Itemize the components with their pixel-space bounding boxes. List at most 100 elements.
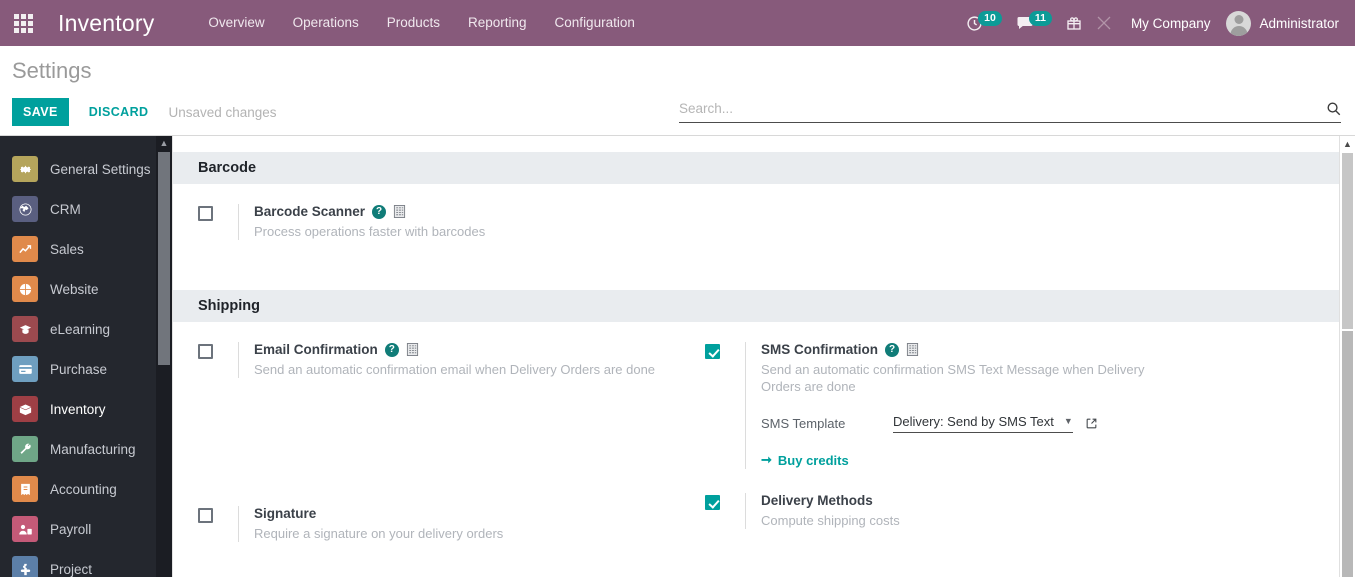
- setting-delivery-methods: Delivery Methods Compute shipping costs: [705, 493, 1197, 529]
- activity-count-badge: 10: [978, 10, 1002, 26]
- sidebar-item-crm[interactable]: CRM: [0, 189, 156, 229]
- help-question-icon[interactable]: ?: [885, 342, 899, 357]
- search-input[interactable]: [679, 101, 1326, 116]
- field-row: SMS Template Delivery: Send by SMS Text …: [761, 414, 1197, 433]
- setting-email-confirmation: Email Confirmation ? Send an automatic c…: [198, 342, 690, 378]
- gear-icon: [12, 156, 38, 182]
- wrench-icon: [12, 436, 38, 462]
- systray: 10 11 My Company Administrator: [959, 0, 1355, 46]
- setting-body: SMS Confirmation ? Send an automatic con…: [745, 342, 1197, 469]
- sms-confirmation-checkbox[interactable]: [705, 344, 720, 359]
- help-question-icon[interactable]: ?: [384, 342, 399, 357]
- company-building-icon: [906, 342, 919, 357]
- save-button[interactable]: SAVE: [12, 98, 69, 126]
- menu-item-products[interactable]: Products: [373, 0, 454, 46]
- setting-sms-confirmation: SMS Confirmation ? Send an automatic con…: [705, 342, 1197, 469]
- sidebar-item-website[interactable]: Website: [0, 269, 156, 309]
- sidebar-scrollbar-thumb[interactable]: [158, 152, 170, 365]
- app-brand-title[interactable]: Inventory: [58, 10, 154, 37]
- menu-item-overview[interactable]: Overview: [194, 0, 278, 46]
- sidebar-item-inventory[interactable]: Inventory: [0, 389, 156, 429]
- sidebar-item-elearning[interactable]: eLearning: [0, 309, 156, 349]
- scroll-up-arrow-icon[interactable]: ▲: [1340, 136, 1355, 151]
- discard-button[interactable]: DISCARD: [77, 98, 161, 126]
- setting-description: Send an automatic confirmation SMS Text …: [761, 362, 1145, 394]
- setting-body: Delivery Methods Compute shipping costs: [745, 493, 1197, 529]
- external-link-icon[interactable]: [1085, 417, 1098, 430]
- handshake-icon: [12, 196, 38, 222]
- sidebar-item-label: eLearning: [50, 321, 111, 337]
- top-navbar: Inventory Overview Operations Products R…: [0, 0, 1355, 46]
- setting-body: Barcode Scanner ? Process operations fas…: [238, 204, 690, 240]
- sidebar-scrollbar[interactable]: ▲: [156, 136, 172, 577]
- checkbox-wrap: [198, 342, 238, 364]
- checkbox-wrap: [705, 493, 745, 515]
- sidebar-item-purchase[interactable]: Purchase: [0, 349, 156, 389]
- apps-grid-icon[interactable]: [0, 0, 46, 46]
- puzzle-icon: [12, 556, 38, 577]
- setting-label: SMS Confirmation: [761, 342, 878, 357]
- sms-template-field: SMS Template Delivery: Send by SMS Text …: [761, 414, 1197, 469]
- crossed-tools-icon[interactable]: [1089, 0, 1119, 46]
- sidebar-item-manufacturing[interactable]: Manufacturing: [0, 429, 156, 469]
- company-building-icon: [406, 342, 419, 357]
- menu-item-operations[interactable]: Operations: [279, 0, 373, 46]
- delivery-methods-checkbox[interactable]: [705, 495, 720, 510]
- sidebar-item-project[interactable]: Project: [0, 549, 156, 577]
- unsaved-changes-status: Unsaved changes: [168, 104, 277, 120]
- activity-clock-icon[interactable]: 10: [959, 0, 1009, 46]
- sms-template-select[interactable]: Delivery: Send by SMS Text ▼: [893, 414, 1073, 433]
- user-menu[interactable]: Administrator: [1222, 10, 1345, 36]
- menu-item-reporting[interactable]: Reporting: [454, 0, 541, 46]
- messages-chat-icon[interactable]: 11: [1009, 0, 1059, 46]
- settings-column-right: SMS Confirmation ? Send an automatic con…: [705, 342, 1197, 568]
- sidebar-item-label: Project: [50, 561, 93, 577]
- gift-icon[interactable]: [1059, 0, 1089, 46]
- content-scrollbar-track-lower[interactable]: [1342, 331, 1353, 577]
- company-name[interactable]: My Company: [1119, 16, 1223, 31]
- sms-template-value: Delivery: Send by SMS Text: [893, 414, 1054, 429]
- sidebar-item-label: CRM: [50, 201, 81, 217]
- buy-credits-link[interactable]: ➞ Buy credits: [761, 452, 849, 468]
- buy-credits-label: Buy credits: [777, 452, 849, 468]
- settings-column-left: Barcode Scanner ? Process operations fas…: [198, 204, 690, 266]
- scroll-up-arrow-icon[interactable]: ▲: [156, 136, 172, 150]
- help-question-icon[interactable]: ?: [372, 204, 387, 219]
- control-panel: Settings SAVE DISCARD Unsaved changes: [0, 46, 1355, 136]
- sidebar-item-payroll[interactable]: Payroll: [0, 509, 156, 549]
- settings-scroll-area: Barcode Barcode Scanner ? Process operat…: [173, 136, 1339, 577]
- search-icon[interactable]: [1326, 101, 1341, 116]
- sidebar-item-accounting[interactable]: Accounting: [0, 469, 156, 509]
- setting-description: Require a signature on your delivery ord…: [254, 526, 504, 541]
- signature-checkbox[interactable]: [198, 508, 213, 523]
- content-scrollbar[interactable]: ▲: [1339, 136, 1355, 577]
- sidebar-item-sales[interactable]: Sales: [0, 229, 156, 269]
- setting-description: Compute shipping costs: [761, 513, 900, 528]
- setting-body: Email Confirmation ? Send an automatic c…: [238, 342, 690, 378]
- menu-item-configuration[interactable]: Configuration: [541, 0, 649, 46]
- sidebar-item-label: Inventory: [50, 401, 106, 417]
- setting-label: Barcode Scanner: [254, 204, 366, 219]
- barcode-scanner-checkbox[interactable]: [198, 206, 213, 221]
- content-scrollbar-thumb[interactable]: [1342, 153, 1353, 329]
- setting-body: Signature Require a signature on your de…: [238, 506, 690, 542]
- setting-label: Delivery Methods: [761, 493, 873, 508]
- setting-title-row: Signature: [254, 506, 690, 521]
- arrow-right-icon: ➞: [761, 452, 772, 467]
- setting-title-row: Delivery Methods: [761, 493, 1197, 508]
- setting-title-row: Email Confirmation ?: [254, 342, 690, 357]
- settings-content: Barcode Barcode Scanner ? Process operat…: [172, 136, 1355, 577]
- setting-signature: Signature Require a signature on your de…: [198, 506, 690, 542]
- section-title-shipping: Shipping: [173, 290, 1339, 322]
- chart-up-icon: [12, 236, 38, 262]
- setting-description: Send an automatic confirmation email whe…: [254, 362, 656, 377]
- company-building-icon: [393, 204, 406, 219]
- setting-label: Signature: [254, 506, 317, 521]
- sidebar-item-label: Manufacturing: [50, 441, 136, 457]
- sidebar-item-general-settings[interactable]: General Settings: [0, 149, 156, 189]
- setting-title-row: Barcode Scanner ?: [254, 204, 690, 219]
- email-confirmation-checkbox[interactable]: [198, 344, 213, 359]
- chevron-down-icon[interactable]: ▼: [1064, 417, 1073, 426]
- main-menu: Overview Operations Products Reporting C…: [194, 0, 648, 46]
- sidebar-item-label: Purchase: [50, 361, 108, 377]
